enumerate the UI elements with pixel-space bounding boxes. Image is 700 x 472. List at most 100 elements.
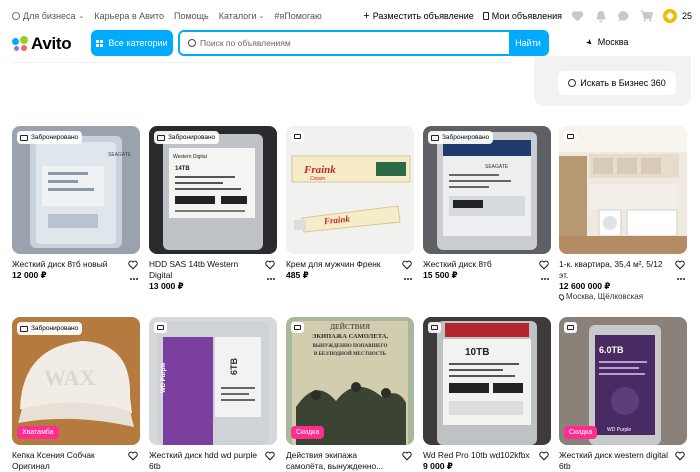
listing-title[interactable]: 1-к. квартира, 35,4 м², 5/12 эт. (559, 259, 669, 281)
address-label: Москва, Щёлковская (566, 292, 644, 301)
book-title-line-3: ВЫНУЖДЕННО ПОПАВШЕГО (313, 344, 388, 349)
video-icon (564, 322, 577, 333)
video-icon (20, 134, 28, 141)
video-icon (291, 131, 304, 142)
listing-price: 12 600 000 ₽ (559, 281, 611, 291)
more-options-icon[interactable] (267, 278, 275, 281)
header: Avito Все категории Поиск по объявлениям… (0, 30, 700, 56)
listing-photo[interactable]: Fraink Cream Fraink (286, 126, 414, 254)
listing-title[interactable]: Жесткий диск 8тб (423, 259, 533, 270)
listing-photo[interactable]: 10TB (423, 317, 551, 445)
document-icon (482, 12, 489, 20)
catalogs-link[interactable]: Каталоги ⌄ (219, 11, 265, 21)
grid-icon (96, 39, 104, 47)
hdd-brand-text: SEAGATE (485, 164, 509, 170)
favorite-heart-icon[interactable] (539, 451, 549, 461)
location-label: Москва (597, 37, 629, 47)
favorite-heart-icon[interactable] (128, 260, 138, 270)
promo-badge: Скидка (291, 426, 325, 439)
listing-price: 13 000 ₽ (149, 281, 184, 291)
listing-photo[interactable] (559, 126, 687, 254)
favorite-heart-icon[interactable] (402, 260, 412, 270)
listing-photo[interactable]: WAX Забронировано Хватамба (12, 317, 140, 445)
business-360-card: Искать в Бизнес 360 (534, 56, 691, 106)
promo-badge: Скидка (564, 426, 598, 439)
search-button[interactable]: Найти (509, 32, 547, 54)
catalogs-label: Каталоги (218, 11, 257, 21)
listing-title[interactable]: Wd Red Pro 10tb wd102kfbx (423, 450, 533, 461)
listing-price: 485 ₽ (286, 270, 309, 280)
cart-icon[interactable] (640, 9, 654, 23)
listing-title[interactable]: Крем для мужчин Френк (286, 259, 396, 270)
favorite-heart-icon[interactable] (265, 260, 275, 270)
listing-photo[interactable]: Western Digital 14TB Забронировано (149, 126, 277, 254)
plus-icon: + (363, 9, 370, 22)
logo-text: Avito (31, 34, 72, 53)
post-ad-link[interactable]: + Разместить объявление (363, 9, 474, 22)
search-bar: Поиск по объявлениям Найти (178, 30, 549, 56)
location-selector[interactable]: ➤ Москва (583, 36, 629, 48)
more-options-icon[interactable] (404, 278, 412, 281)
business-360-button[interactable]: Искать в Бизнес 360 (558, 71, 676, 95)
chevron-down-icon: ⌄ (78, 13, 85, 20)
listing-title[interactable]: Действия экипажа самолёта, вынужденно... (286, 450, 396, 472)
favorite-heart-icon[interactable] (265, 451, 275, 461)
listing-photo[interactable]: WD Purple 6TB (149, 317, 277, 445)
divider (12, 62, 512, 63)
listing-title[interactable]: Жесткий диск 8тб новый (12, 259, 122, 270)
video-icon (291, 322, 304, 333)
book-title-line-2: ЭКИПАЖА САМОЛЕТА, (312, 333, 388, 340)
for-business-label: Для бизнеса (23, 11, 76, 21)
hdd-brand-text: SEAGATE (108, 152, 132, 158)
search-input[interactable]: Поиск по объявлениям (180, 32, 509, 54)
reserved-label: Забронировано (31, 134, 79, 141)
more-options-icon[interactable] (130, 278, 138, 281)
search-placeholder: Поиск по объявлениям (200, 38, 291, 48)
gear-icon (12, 12, 20, 20)
book-title-line-1: ДЕЙСТВИЯ (330, 322, 370, 331)
listing-photo[interactable]: SEAGATE Забронировано (12, 126, 140, 254)
more-options-icon[interactable] (677, 278, 685, 281)
reserved-badge: Забронировано (154, 131, 220, 144)
favorite-heart-icon[interactable] (539, 260, 549, 270)
listing-photo[interactable]: SEAGATE Забронировано (423, 126, 551, 254)
messages-icon[interactable] (617, 9, 631, 23)
cream-sub-text: Cream (310, 176, 325, 182)
help-link[interactable]: Помощь (174, 11, 209, 21)
chevron-down-icon: ⌄ (258, 13, 265, 20)
listing-title[interactable]: Жесткий диск western digital 6tb (559, 450, 669, 472)
listing-title[interactable]: Кепка Ксения Собчак Оригинал (12, 450, 122, 472)
video-icon (20, 325, 28, 332)
listing-title[interactable]: HDD SAS 14tb Western Digital (149, 259, 259, 281)
promo-badge: Хватамба (17, 426, 59, 439)
career-link[interactable]: Карьера в Авито (94, 11, 164, 21)
wallet-coin-icon[interactable] (662, 9, 677, 23)
wd-purple-text: WD Purple (607, 427, 631, 433)
listing-title[interactable]: Жесткий диск hdd wd purple 6tb (149, 450, 259, 472)
map-pin-icon (557, 292, 566, 301)
all-categories-button[interactable]: Все категории (91, 30, 173, 56)
help-tag-link[interactable]: #яПомогаю (274, 11, 321, 21)
top-bar: Для бизнеса ⌄ Карьера в Авито Помощь Кат… (0, 0, 700, 32)
for-business-link[interactable]: Для бизнеса ⌄ (12, 11, 84, 21)
listing-photo[interactable]: 6.0TB WD Purple Скидка (559, 317, 687, 445)
reserved-badge: Забронировано (17, 131, 83, 144)
my-ads-link[interactable]: Мои объявления (482, 11, 562, 21)
notifications-icon[interactable] (594, 9, 608, 23)
all-categories-label: Все категории (108, 38, 168, 48)
reserved-label: Забронировано (168, 134, 216, 141)
heart-icon[interactable] (571, 9, 585, 23)
listing-photo[interactable]: ДЕЙСТВИЯ ЭКИПАЖА САМОЛЕТА, ВЫНУЖДЕННО ПО… (286, 317, 414, 445)
capacity-text: 10TB (465, 347, 489, 358)
favorite-heart-icon[interactable] (675, 451, 685, 461)
listing-price: 12 000 ₽ (12, 270, 47, 280)
more-options-icon[interactable] (541, 278, 549, 281)
favorite-heart-icon[interactable] (675, 260, 685, 270)
favorite-heart-icon[interactable] (402, 451, 412, 461)
post-ad-label: Разместить объявление (372, 11, 474, 21)
video-icon (428, 322, 441, 333)
location-arrow-icon: ➤ (583, 36, 595, 48)
capacity-text: 6TB (229, 357, 239, 375)
avito-logo[interactable]: Avito (12, 34, 72, 54)
favorite-heart-icon[interactable] (128, 451, 138, 461)
